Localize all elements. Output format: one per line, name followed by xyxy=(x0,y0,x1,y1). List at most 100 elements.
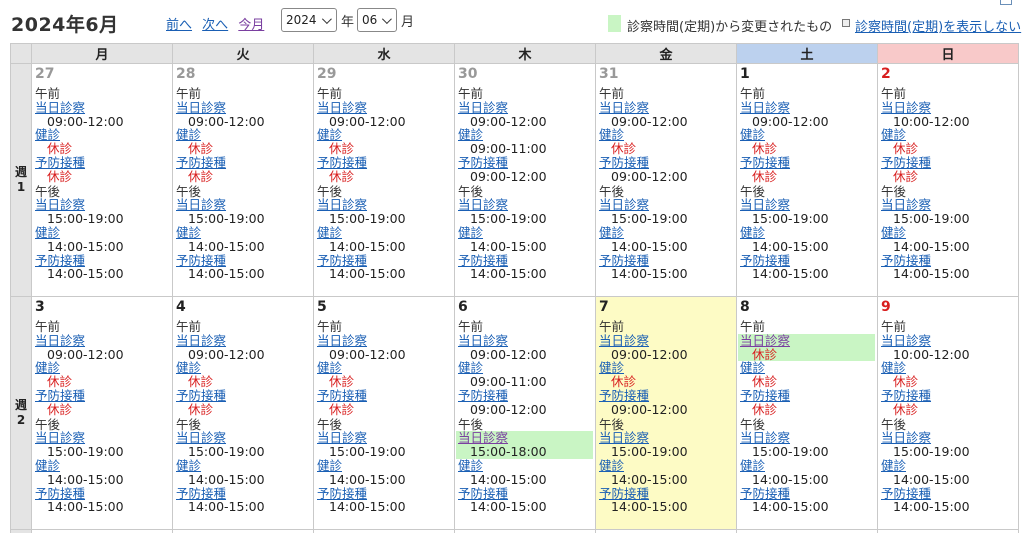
service-link[interactable]: 予防接種 xyxy=(35,486,170,501)
service-link[interactable]: 当日診察 xyxy=(317,333,452,348)
service-link[interactable]: 予防接種 xyxy=(881,253,1016,268)
service-link[interactable]: 健診 xyxy=(35,128,170,142)
morning-label: 午前 xyxy=(881,86,907,101)
service-link[interactable]: 予防接種 xyxy=(35,253,170,268)
service-link[interactable]: 予防接種 xyxy=(458,156,593,170)
top-clipped-link[interactable] xyxy=(1000,0,1016,6)
service-link[interactable]: 予防接種 xyxy=(317,253,452,268)
service-entry: 健診 14:00-15:00 xyxy=(740,459,875,487)
service-link[interactable]: 健診 xyxy=(881,361,1016,375)
service-link[interactable]: 健診 xyxy=(881,128,1016,142)
service-link[interactable]: 予防接種 xyxy=(176,156,311,170)
service-link[interactable]: 予防接種 xyxy=(740,486,875,501)
service-link[interactable]: 当日診察 xyxy=(740,333,875,348)
service-link[interactable]: 健診 xyxy=(176,226,311,240)
current-month-link[interactable]: 今月 xyxy=(238,18,264,33)
service-link[interactable]: 当日診察 xyxy=(176,333,311,348)
service-link[interactable]: 当日診察 xyxy=(740,100,875,115)
service-link[interactable]: 予防接種 xyxy=(317,486,452,501)
service-link[interactable]: 予防接種 xyxy=(599,389,734,403)
hide-regular-hours-link[interactable]: 診察時間(定期)を表示しない xyxy=(855,16,1021,35)
hours-text: 14:00-15:00 xyxy=(470,471,547,487)
service-link[interactable]: 健診 xyxy=(35,361,170,375)
service-link[interactable]: 当日診察 xyxy=(458,333,593,348)
service-link[interactable]: 予防接種 xyxy=(740,389,875,403)
service-link[interactable]: 当日診察 xyxy=(317,198,452,212)
service-link[interactable]: 当日診察 xyxy=(176,198,311,212)
morning-label: 午前 xyxy=(35,86,61,101)
service-link[interactable]: 当日診察 xyxy=(881,100,1016,115)
service-link[interactable]: 健診 xyxy=(458,128,593,142)
service-link[interactable]: 健診 xyxy=(740,128,875,142)
service-link[interactable]: 当日診察 xyxy=(317,431,452,445)
service-link[interactable]: 予防接種 xyxy=(881,389,1016,403)
service-link[interactable]: 当日診察 xyxy=(317,100,452,115)
service-link[interactable]: 健診 xyxy=(458,459,593,473)
service-link[interactable]: 当日診察 xyxy=(176,431,311,445)
service-entry: 当日診察 09:00-12:00 xyxy=(599,333,734,362)
service-link[interactable]: 予防接種 xyxy=(740,156,875,170)
service-link[interactable]: 当日診察 xyxy=(881,431,1016,445)
service-link[interactable]: 予防接種 xyxy=(881,156,1016,170)
service-link[interactable]: 健診 xyxy=(317,226,452,240)
service-link[interactable]: 予防接種 xyxy=(881,486,1016,501)
prev-month-link[interactable]: 前へ xyxy=(166,18,192,33)
service-link[interactable]: 健診 xyxy=(35,459,170,473)
service-link[interactable]: 予防接種 xyxy=(317,156,452,170)
service-link[interactable]: 健診 xyxy=(176,128,311,142)
service-link[interactable]: 当日診察 xyxy=(458,100,593,115)
service-link[interactable]: 当日診察 xyxy=(35,198,170,212)
service-link[interactable]: 予防接種 xyxy=(176,253,311,268)
service-link[interactable]: 健診 xyxy=(35,226,170,240)
service-link[interactable]: 当日診察 xyxy=(176,100,311,115)
month-unit: 月 xyxy=(401,15,415,30)
service-link[interactable]: 当日診察 xyxy=(599,198,734,212)
service-link[interactable]: 健診 xyxy=(458,226,593,240)
next-month-link[interactable]: 次へ xyxy=(202,18,228,33)
service-link[interactable]: 健診 xyxy=(458,361,593,375)
service-link[interactable]: 予防接種 xyxy=(599,253,734,268)
service-link[interactable]: 健診 xyxy=(317,128,452,142)
service-link[interactable]: 予防接種 xyxy=(458,253,593,268)
service-link[interactable]: 健診 xyxy=(317,361,452,375)
service-link[interactable]: 当日診察 xyxy=(740,431,875,445)
service-link[interactable]: 健診 xyxy=(740,459,875,473)
service-link[interactable]: 健診 xyxy=(176,459,311,473)
service-link[interactable]: 予防接種 xyxy=(458,389,593,403)
service-link[interactable]: 健診 xyxy=(599,128,734,142)
service-link[interactable]: 当日診察 xyxy=(458,198,593,212)
service-link[interactable]: 予防接種 xyxy=(176,486,311,501)
service-link[interactable]: 当日診察 xyxy=(599,333,734,348)
service-link[interactable]: 当日診察 xyxy=(599,100,734,115)
service-link[interactable]: 当日診察 xyxy=(599,431,734,445)
service-link[interactable]: 予防接種 xyxy=(35,156,170,170)
service-link[interactable]: 健診 xyxy=(740,361,875,375)
service-entry: 予防接種 14:00-15:00 xyxy=(35,253,170,282)
service-link[interactable]: 予防接種 xyxy=(317,389,452,403)
service-link[interactable]: 予防接種 xyxy=(176,389,311,403)
service-link[interactable]: 健診 xyxy=(740,226,875,240)
service-link[interactable]: 当日診察 xyxy=(35,431,170,445)
service-link[interactable]: 健診 xyxy=(599,459,734,473)
service-link[interactable]: 健診 xyxy=(881,459,1016,473)
year-select[interactable]: 2024 xyxy=(281,8,337,32)
service-link[interactable]: 当日診察 xyxy=(881,198,1016,212)
service-link[interactable]: 当日診察 xyxy=(35,100,170,115)
service-link[interactable]: 予防接種 xyxy=(458,486,593,501)
service-link[interactable]: 予防接種 xyxy=(35,389,170,403)
service-entry: 予防接種 14:00-15:00 xyxy=(176,486,311,515)
service-link[interactable]: 健診 xyxy=(176,361,311,375)
service-link[interactable]: 当日診察 xyxy=(35,333,170,348)
service-link[interactable]: 予防接種 xyxy=(740,253,875,268)
month-select[interactable]: 06 xyxy=(357,8,397,32)
service-link[interactable]: 当日診察 xyxy=(881,333,1016,348)
service-link[interactable]: 当日診察 xyxy=(740,198,875,212)
service-link[interactable]: 健診 xyxy=(317,459,452,473)
service-link[interactable]: 当日診察 xyxy=(458,431,593,445)
hide-regular-checkbox[interactable] xyxy=(842,19,850,27)
service-link[interactable]: 健診 xyxy=(881,226,1016,240)
service-link[interactable]: 健診 xyxy=(599,361,734,375)
service-link[interactable]: 予防接種 xyxy=(599,156,734,170)
service-link[interactable]: 予防接種 xyxy=(599,486,734,501)
service-link[interactable]: 健診 xyxy=(599,226,734,240)
